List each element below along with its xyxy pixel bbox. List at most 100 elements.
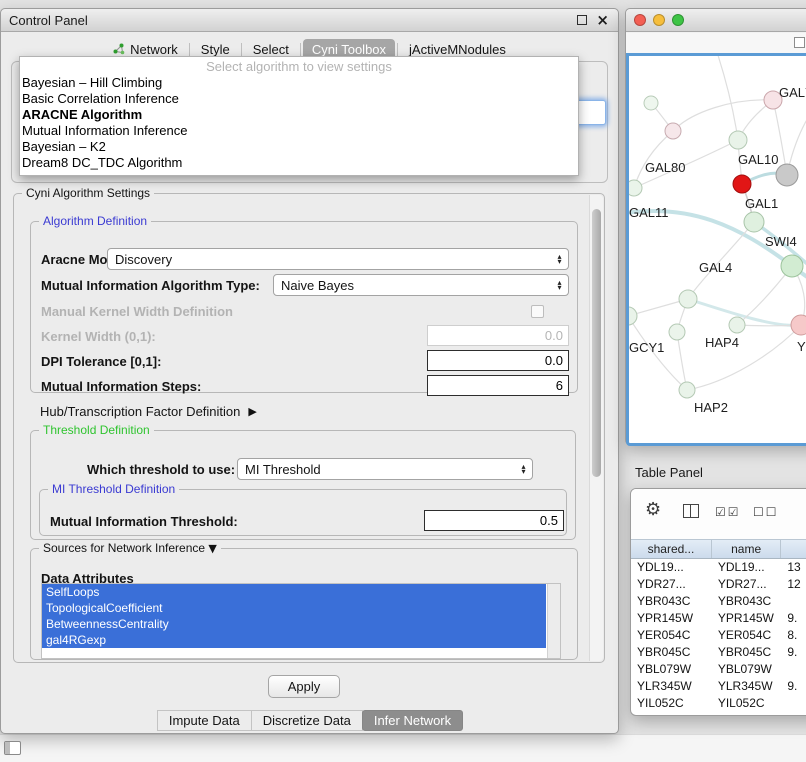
- table-cell: 12: [781, 576, 806, 593]
- node-label: HAP2: [694, 400, 728, 415]
- network-node[interactable]: [729, 317, 745, 333]
- table-row[interactable]: YBR045CYBR045C9.: [631, 644, 806, 661]
- kernel-width-label: Kernel Width (0,1):: [41, 329, 156, 344]
- zoom-traffic-icon[interactable]: [672, 14, 684, 26]
- algorithm-option[interactable]: Dream8 DC_TDC Algorithm: [20, 155, 578, 171]
- aracne-mode-select[interactable]: Discovery ▴▾: [107, 248, 569, 270]
- algorithm-definition-title: Algorithm Definition: [39, 214, 151, 228]
- table-body: YDL19...YDL19...13YDR27...YDR27...12YBR0…: [631, 559, 806, 712]
- apply-button[interactable]: Apply: [268, 675, 340, 698]
- network-node[interactable]: [781, 255, 803, 277]
- node-label: GCY1: [629, 340, 664, 355]
- attribute-list[interactable]: SelfLoopsTopologicalCoefficientBetweenne…: [41, 583, 561, 659]
- which-threshold-label: Which threshold to use:: [87, 462, 235, 477]
- attribute-list-scrollbar[interactable]: [547, 584, 560, 658]
- float-window-icon[interactable]: [577, 15, 587, 25]
- attribute-list-item[interactable]: gal4RGexp: [42, 632, 546, 648]
- dpi-tolerance-label: DPI Tolerance [0,1]:: [41, 354, 161, 369]
- table-row[interactable]: YPR145WYPR145W9.: [631, 610, 806, 627]
- algorithm-option[interactable]: Bayesian – Hill Climbing: [20, 75, 578, 91]
- table-cell: YIL052C: [712, 695, 781, 712]
- sources-group-title: Sources for Network Inference ▼: [39, 541, 221, 555]
- chevron-down-icon[interactable]: ▼: [208, 542, 216, 555]
- minimize-traffic-icon[interactable]: [653, 14, 665, 26]
- algorithm-option[interactable]: Mutual Information Inference: [20, 123, 578, 139]
- column-header[interactable]: shared...: [631, 540, 712, 558]
- network-node[interactable]: [791, 315, 806, 335]
- threshold-definition-title: Threshold Definition: [39, 423, 154, 437]
- network-node[interactable]: [744, 212, 764, 232]
- chevron-right-icon: ▶: [248, 405, 256, 418]
- bottom-tab-discretize-data[interactable]: Discretize Data: [251, 710, 363, 731]
- network-node[interactable]: [629, 180, 642, 196]
- table-cell: 9.: [781, 678, 806, 695]
- table-panel-label: Table Panel: [635, 465, 703, 480]
- close-traffic-icon[interactable]: [634, 14, 646, 26]
- network-view-window: GAL7GAL80GAL10GAL11GAL1SWI4GAL4GCY1HAP4H…: [625, 8, 806, 445]
- table-cell: YBR045C: [631, 644, 712, 661]
- node-label: GAL10: [738, 152, 778, 167]
- algorithm-option[interactable]: Bayesian – K2: [20, 139, 578, 155]
- select-all-checkboxes-icon[interactable]: ☑☑: [715, 505, 741, 519]
- which-threshold-select[interactable]: MI Threshold ▴▾: [237, 458, 533, 480]
- bottom-tab-infer-network[interactable]: Infer Network: [362, 710, 463, 731]
- network-node[interactable]: [644, 96, 658, 110]
- network-node[interactable]: [776, 164, 798, 186]
- table-cell: YBL079W: [712, 661, 781, 678]
- kernel-width-input[interactable]: [427, 325, 569, 346]
- bottom-tab-impute-data[interactable]: Impute Data: [157, 710, 252, 731]
- settings-scrollbar[interactable]: [589, 195, 603, 661]
- table-cell: 13: [781, 559, 806, 576]
- hub-definition-label: Hub/Transcription Factor Definition: [40, 404, 240, 419]
- gear-icon[interactable]: ⚙: [645, 499, 661, 520]
- toolbar-button[interactable]: [794, 37, 805, 48]
- table-row[interactable]: YDL19...YDL19...13: [631, 559, 806, 576]
- mi-type-value: Naive Bayes: [274, 278, 551, 293]
- table-cell: [781, 695, 806, 712]
- bottom-strip: [0, 734, 806, 762]
- table-row[interactable]: YDR27...YDR27...12: [631, 576, 806, 593]
- mi-type-select[interactable]: Naive Bayes ▴▾: [273, 274, 569, 296]
- algorithm-definition-group: Algorithm Definition Aracne Mode: Discov…: [30, 221, 578, 393]
- combo-arrows-icon: ▴▾: [551, 280, 568, 290]
- network-node[interactable]: [665, 123, 681, 139]
- columns-icon[interactable]: [683, 504, 699, 518]
- network-window-titlebar[interactable]: [626, 9, 806, 32]
- network-node[interactable]: [679, 290, 697, 308]
- restore-panel-icon[interactable]: [4, 741, 21, 755]
- tab-separator: [189, 43, 190, 56]
- close-window-icon[interactable]: ×: [596, 13, 609, 27]
- network-node[interactable]: [729, 131, 747, 149]
- table-row[interactable]: YBL079WYBL079W: [631, 661, 806, 678]
- table-toolbar: ⚙ ☑☑ ☐☐: [631, 489, 806, 539]
- control-panel-titlebar[interactable]: Control Panel ×: [1, 9, 618, 32]
- column-header[interactable]: name: [712, 540, 781, 558]
- table-cell: YDR27...: [712, 576, 781, 593]
- network-node[interactable]: [629, 307, 637, 325]
- table-row[interactable]: YIL052CYIL052C: [631, 695, 806, 712]
- table-cell: YLR345W: [712, 678, 781, 695]
- deselect-all-checkboxes-icon[interactable]: ☐☐: [753, 505, 779, 519]
- network-canvas[interactable]: GAL7GAL80GAL10GAL11GAL1SWI4GAL4GCY1HAP4H…: [626, 53, 806, 446]
- attribute-list-item[interactable]: TopologicalCoefficient: [42, 600, 546, 616]
- dpi-tolerance-input[interactable]: [427, 350, 569, 371]
- column-header[interactable]: [781, 540, 806, 558]
- attribute-list-item[interactable]: BetweennessCentrality: [42, 616, 546, 632]
- scrollbar-thumb[interactable]: [592, 209, 601, 477]
- hub-definition-toggle[interactable]: Hub/Transcription Factor Definition ▶: [40, 404, 257, 419]
- mi-steps-input[interactable]: [427, 375, 569, 396]
- table-row[interactable]: YLR345WYLR345W9.: [631, 678, 806, 695]
- algorithm-option[interactable]: Basic Correlation Inference: [20, 91, 578, 107]
- table-row[interactable]: YBR043CYBR043C: [631, 593, 806, 610]
- algorithm-option[interactable]: ARACNE Algorithm: [20, 107, 578, 123]
- attribute-list-item[interactable]: SelfLoops: [42, 584, 546, 600]
- network-node[interactable]: [679, 382, 695, 398]
- table-cell: 8.: [781, 627, 806, 644]
- manual-kernel-checkbox[interactable]: [531, 305, 544, 318]
- table-cell: YBR043C: [712, 593, 781, 610]
- table-row[interactable]: YER054CYER054C8.: [631, 627, 806, 644]
- node-label: GAL7: [779, 85, 806, 100]
- network-node[interactable]: [733, 175, 751, 193]
- mi-threshold-input[interactable]: [424, 510, 564, 531]
- network-node[interactable]: [669, 324, 685, 340]
